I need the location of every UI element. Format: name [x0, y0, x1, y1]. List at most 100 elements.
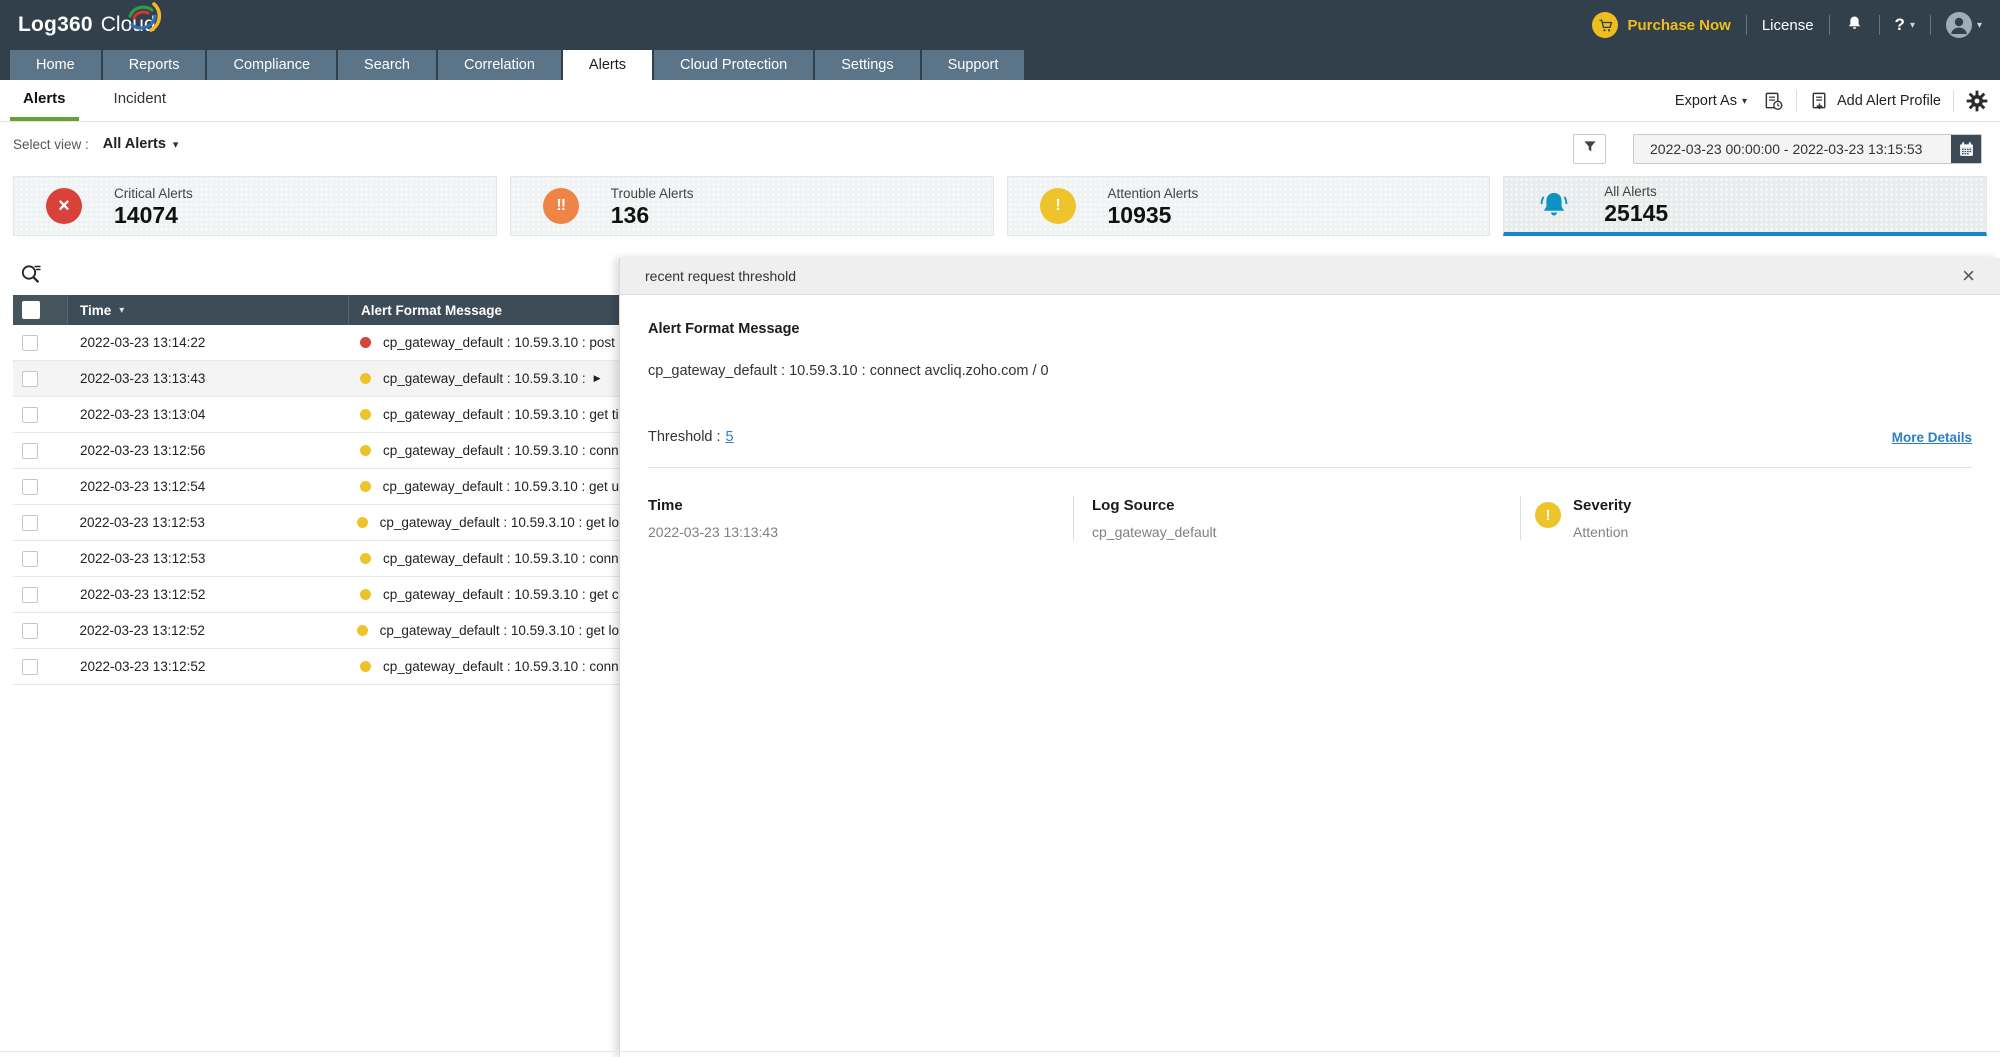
sort-descending-icon[interactable]: ▾	[119, 305, 124, 316]
table-row[interactable]: 2022-03-23 13:12:52 cp_gateway_default :…	[13, 577, 619, 613]
table-row[interactable]: 2022-03-23 13:12:53 cp_gateway_default :…	[13, 541, 619, 577]
row-time: 2022-03-23 13:12:56	[80, 443, 206, 458]
row-checkbox[interactable]	[22, 586, 38, 603]
settings-gear-button[interactable]	[1966, 90, 1988, 112]
table-row[interactable]: 2022-03-23 13:12:53 cp_gateway_default :…	[13, 505, 619, 541]
row-message: cp_gateway_default : 10.59.3.10 : conn	[383, 443, 619, 458]
view-dropdown[interactable]: All Alerts	[103, 136, 166, 152]
field-value: cp_gateway_default	[1092, 524, 1217, 540]
row-message: cp_gateway_default : 10.59.3.10 : conn	[383, 659, 619, 674]
row-checkbox[interactable]	[22, 658, 38, 675]
severity-dot-icon	[359, 481, 371, 492]
header-actions: Purchase Now License ? ▾ ▾	[1592, 12, 1982, 38]
row-checkbox[interactable]	[22, 370, 38, 387]
row-message-cell: cp_gateway_default : 10.59.3.10 : post	[348, 335, 619, 350]
row-message-cell: cp_gateway_default : 10.59.3.10 : get lo	[345, 623, 619, 638]
card-label: All Alerts	[1604, 184, 1657, 199]
detail-panel-body: Alert Format Message cp_gateway_default …	[620, 295, 2000, 540]
header-divider	[1828, 15, 1830, 35]
table-row[interactable]: 2022-03-23 13:12:52 cp_gateway_default :…	[13, 613, 619, 649]
chevron-down-icon[interactable]: ▾	[173, 138, 179, 151]
row-message: cp_gateway_default : 10.59.3.10 : post	[383, 335, 615, 350]
schedule-export-button[interactable]	[1763, 91, 1784, 112]
tab-alerts[interactable]: Alerts	[562, 50, 652, 80]
row-checkbox[interactable]	[22, 550, 38, 567]
add-alert-profile-label: Add Alert Profile	[1837, 93, 1941, 109]
alert-format-message-heading: Alert Format Message	[648, 321, 800, 337]
column-header-time[interactable]: Time ▾	[68, 295, 348, 325]
close-icon[interactable]: ×	[1962, 265, 1975, 287]
message-column-label: Alert Format Message	[361, 302, 503, 318]
detail-fields: Time 2022-03-23 13:13:43 Log Source cp_g…	[648, 496, 1972, 540]
row-time: 2022-03-23 13:13:43	[80, 371, 206, 386]
tab-compliance[interactable]: Compliance	[207, 50, 337, 80]
license-label: License	[1761, 16, 1814, 34]
tab-home[interactable]: Home	[10, 50, 101, 80]
tab-support[interactable]: Support	[921, 50, 1025, 80]
subnav-divider	[1953, 90, 1954, 112]
add-alert-profile-button[interactable]: Add Alert Profile	[1809, 91, 1941, 112]
table-row[interactable]: 2022-03-23 13:14:22 cp_gateway_default :…	[13, 325, 619, 361]
row-checkbox[interactable]	[22, 622, 38, 639]
subnav-actions: Export As ▾ Add Alert Profile	[1675, 80, 1988, 122]
calendar-button[interactable]	[1951, 135, 1981, 163]
row-time: 2022-03-23 13:14:22	[80, 335, 206, 350]
table-row[interactable]: 2022-03-23 13:12:52 cp_gateway_default :…	[13, 649, 619, 685]
card-value: 136	[610, 201, 650, 228]
subtab-incident[interactable]: Incident	[101, 80, 180, 121]
row-message-cell: cp_gateway_default : 10.59.3.10 : get c	[348, 587, 619, 602]
notifications-button[interactable]	[1845, 14, 1864, 37]
row-checkbox[interactable]	[22, 406, 38, 423]
threshold-label: Threshold :	[648, 429, 721, 445]
card-text: Critical Alerts 14074	[114, 185, 193, 228]
severity-dot-icon	[360, 445, 371, 456]
document-plus-icon	[1809, 91, 1830, 112]
detail-divider	[648, 467, 1972, 468]
threshold-value-link[interactable]: 5	[726, 429, 734, 445]
row-message-cell: cp_gateway_default : 10.59.3.10 : conn	[348, 659, 619, 674]
severity-dot-icon	[360, 337, 371, 348]
date-range-picker[interactable]: 2022-03-23 00:00:00 - 2022-03-23 13:15:5…	[1633, 134, 1982, 164]
export-as-button[interactable]: Export As ▾	[1675, 93, 1747, 109]
tab-cloud-protection[interactable]: Cloud Protection	[654, 50, 814, 80]
view-toolbar: Select view : All Alerts ▾ 2022-03-23 00…	[0, 122, 2000, 170]
attention-alerts-card[interactable]: ! Attention Alerts 10935	[1006, 176, 1491, 236]
critical-alerts-card[interactable]: × Critical Alerts 14074	[13, 176, 497, 236]
table-row[interactable]: 2022-03-23 13:12:56 cp_gateway_default :…	[13, 433, 619, 469]
trouble-alerts-card[interactable]: !! Trouble Alerts 136	[509, 176, 994, 236]
purchase-now-label: Purchase Now	[1627, 16, 1731, 34]
header-divider	[1745, 15, 1747, 35]
row-checkbox[interactable]	[22, 334, 38, 351]
row-time: 2022-03-23 13:12:52	[79, 623, 205, 638]
tab-settings[interactable]: Settings	[815, 50, 920, 80]
log360-cloud-app: Log360 Cloud Purchase Now License ? ▾ ▾ …	[0, 0, 2000, 1057]
row-checkbox[interactable]	[22, 442, 38, 459]
card-text: All Alerts 25145	[1604, 183, 1668, 226]
help-menu-button[interactable]: ? ▾	[1895, 15, 1915, 35]
filter-button[interactable]	[1573, 134, 1606, 164]
card-value: 25145	[1604, 200, 1669, 226]
license-button[interactable]: License	[1762, 17, 1814, 34]
table-row-selected[interactable]: 2022-03-23 13:13:43 cp_gateway_default :…	[13, 361, 619, 397]
card-value: 10935	[1107, 201, 1172, 228]
cart-icon	[1592, 12, 1619, 38]
row-checkbox[interactable]	[22, 478, 38, 495]
table-row[interactable]: 2022-03-23 13:12:54 cp_gateway_default :…	[13, 469, 619, 505]
severity-dot-icon	[356, 517, 368, 528]
all-alerts-card[interactable]: All Alerts 25145	[1503, 176, 1987, 236]
tab-search[interactable]: Search	[338, 50, 436, 80]
alert-detail-panel: recent request threshold × Alert Format …	[619, 258, 2000, 1057]
purchase-now-button[interactable]: Purchase Now	[1592, 12, 1731, 38]
row-checkbox[interactable]	[22, 514, 38, 531]
table-row[interactable]: 2022-03-23 13:13:04 cp_gateway_default :…	[13, 397, 619, 433]
severity-dot-icon	[360, 553, 371, 564]
row-time: 2022-03-23 13:12:53	[80, 551, 206, 566]
tab-correlation[interactable]: Correlation	[438, 50, 561, 80]
row-time: 2022-03-23 13:12:53	[79, 515, 205, 530]
more-details-link[interactable]: More Details	[1892, 430, 1972, 445]
subtab-alerts[interactable]: Alerts	[10, 80, 79, 121]
tab-reports[interactable]: Reports	[102, 50, 206, 80]
search-icon[interactable]	[19, 262, 43, 291]
user-menu-button[interactable]: ▾	[1945, 12, 1982, 38]
select-all-checkbox[interactable]	[22, 301, 40, 319]
